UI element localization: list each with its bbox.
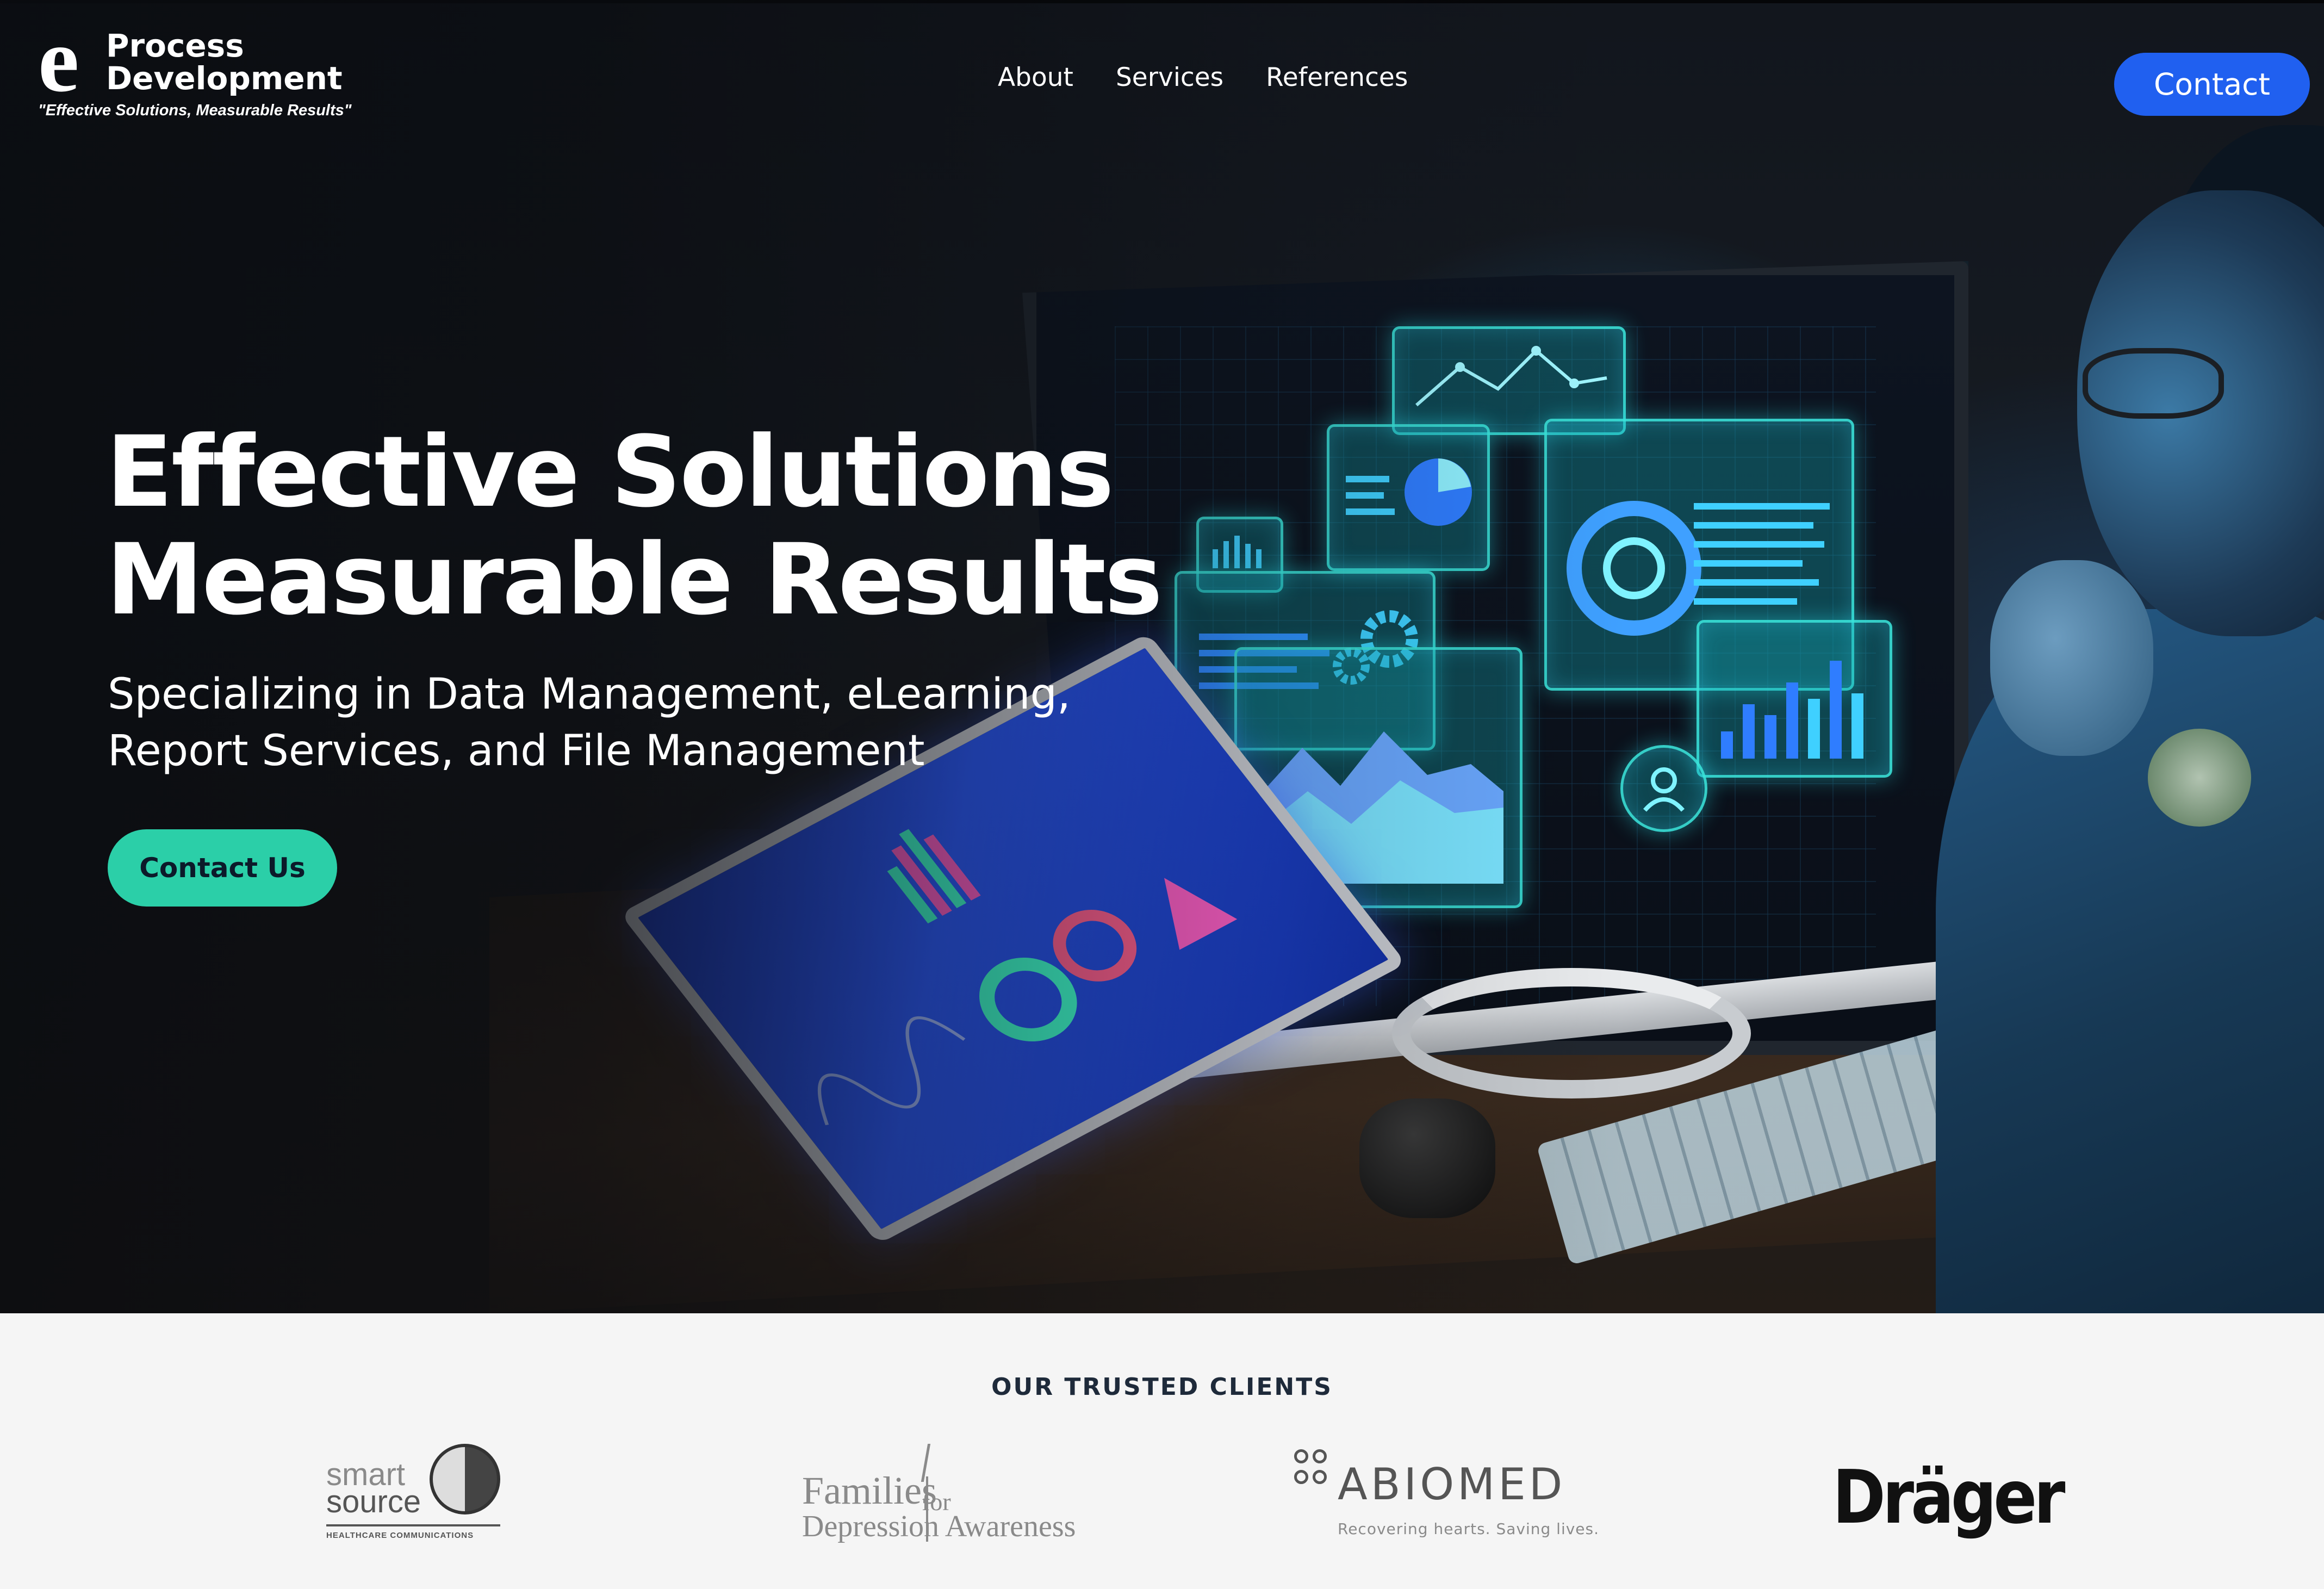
headline-line1: Effective Solutions (106, 415, 1114, 529)
logo-text-line2: Development (106, 60, 343, 97)
swirl-icon (430, 1444, 500, 1514)
logo-tagline: "Effective Solutions, Measurable Results… (38, 102, 352, 119)
hero-section: e Process Development "Effective Solutio… (0, 0, 2324, 1313)
trusted-clients-section: OUR TRUSTED CLIENTS smart source HEALTHC… (0, 1313, 2324, 1589)
nav-link-services[interactable]: Services (1116, 63, 1223, 92)
drager-wordmark: Dräger (1832, 1454, 2065, 1541)
smart-source-line2: source (326, 1484, 421, 1519)
headline-line2: Measurable Results (106, 523, 1163, 637)
logo-text-line1: Process (106, 27, 244, 64)
nav-link-references[interactable]: References (1266, 63, 1408, 92)
client-logo-smart-source: smart source HEALTHCARE COMMUNICATIONS (326, 1444, 511, 1553)
hero-headline: Effective Solutions Measurable Results (106, 415, 1163, 637)
contact-us-button[interactable]: Contact Us (108, 829, 337, 907)
site-logo[interactable]: e Process Development "Effective Solutio… (38, 14, 353, 125)
nav-link-about[interactable]: About (998, 63, 1073, 92)
families-line2: Depression Awareness (802, 1510, 1076, 1543)
client-logo-abiomed: ABIOMED Recovering hearts. Saving lives. (1294, 1444, 1599, 1553)
client-logo-families-for-depression-awareness: Families for Depression Awareness (802, 1444, 1076, 1553)
abiomed-dots-icon (1294, 1449, 1332, 1493)
abiomed-slogan: Recovering hearts. Saving lives. (1338, 1520, 1600, 1538)
smart-source-subtitle: HEALTHCARE COMMUNICATIONS (326, 1531, 474, 1540)
client-logo-drager: Dräger (1832, 1444, 2065, 1553)
clients-title: OUR TRUSTED CLIENTS (991, 1373, 1333, 1401)
abiomed-wordmark: ABIOMED (1338, 1459, 1566, 1510)
main-nav: About Services References (998, 63, 1408, 92)
logo-mark: e (38, 9, 79, 111)
subhead-line1: Specializing in Data Management, eLearni… (108, 670, 1071, 719)
hero-subheading: Specializing in Data Management, eLearni… (108, 666, 1071, 779)
logo-rule (326, 1524, 500, 1526)
hero-overlay (0, 0, 2324, 1313)
families-line1: Families (802, 1469, 937, 1512)
subhead-line2: Report Services, and File Management (108, 727, 925, 775)
contact-button[interactable]: Contact (2114, 53, 2310, 116)
